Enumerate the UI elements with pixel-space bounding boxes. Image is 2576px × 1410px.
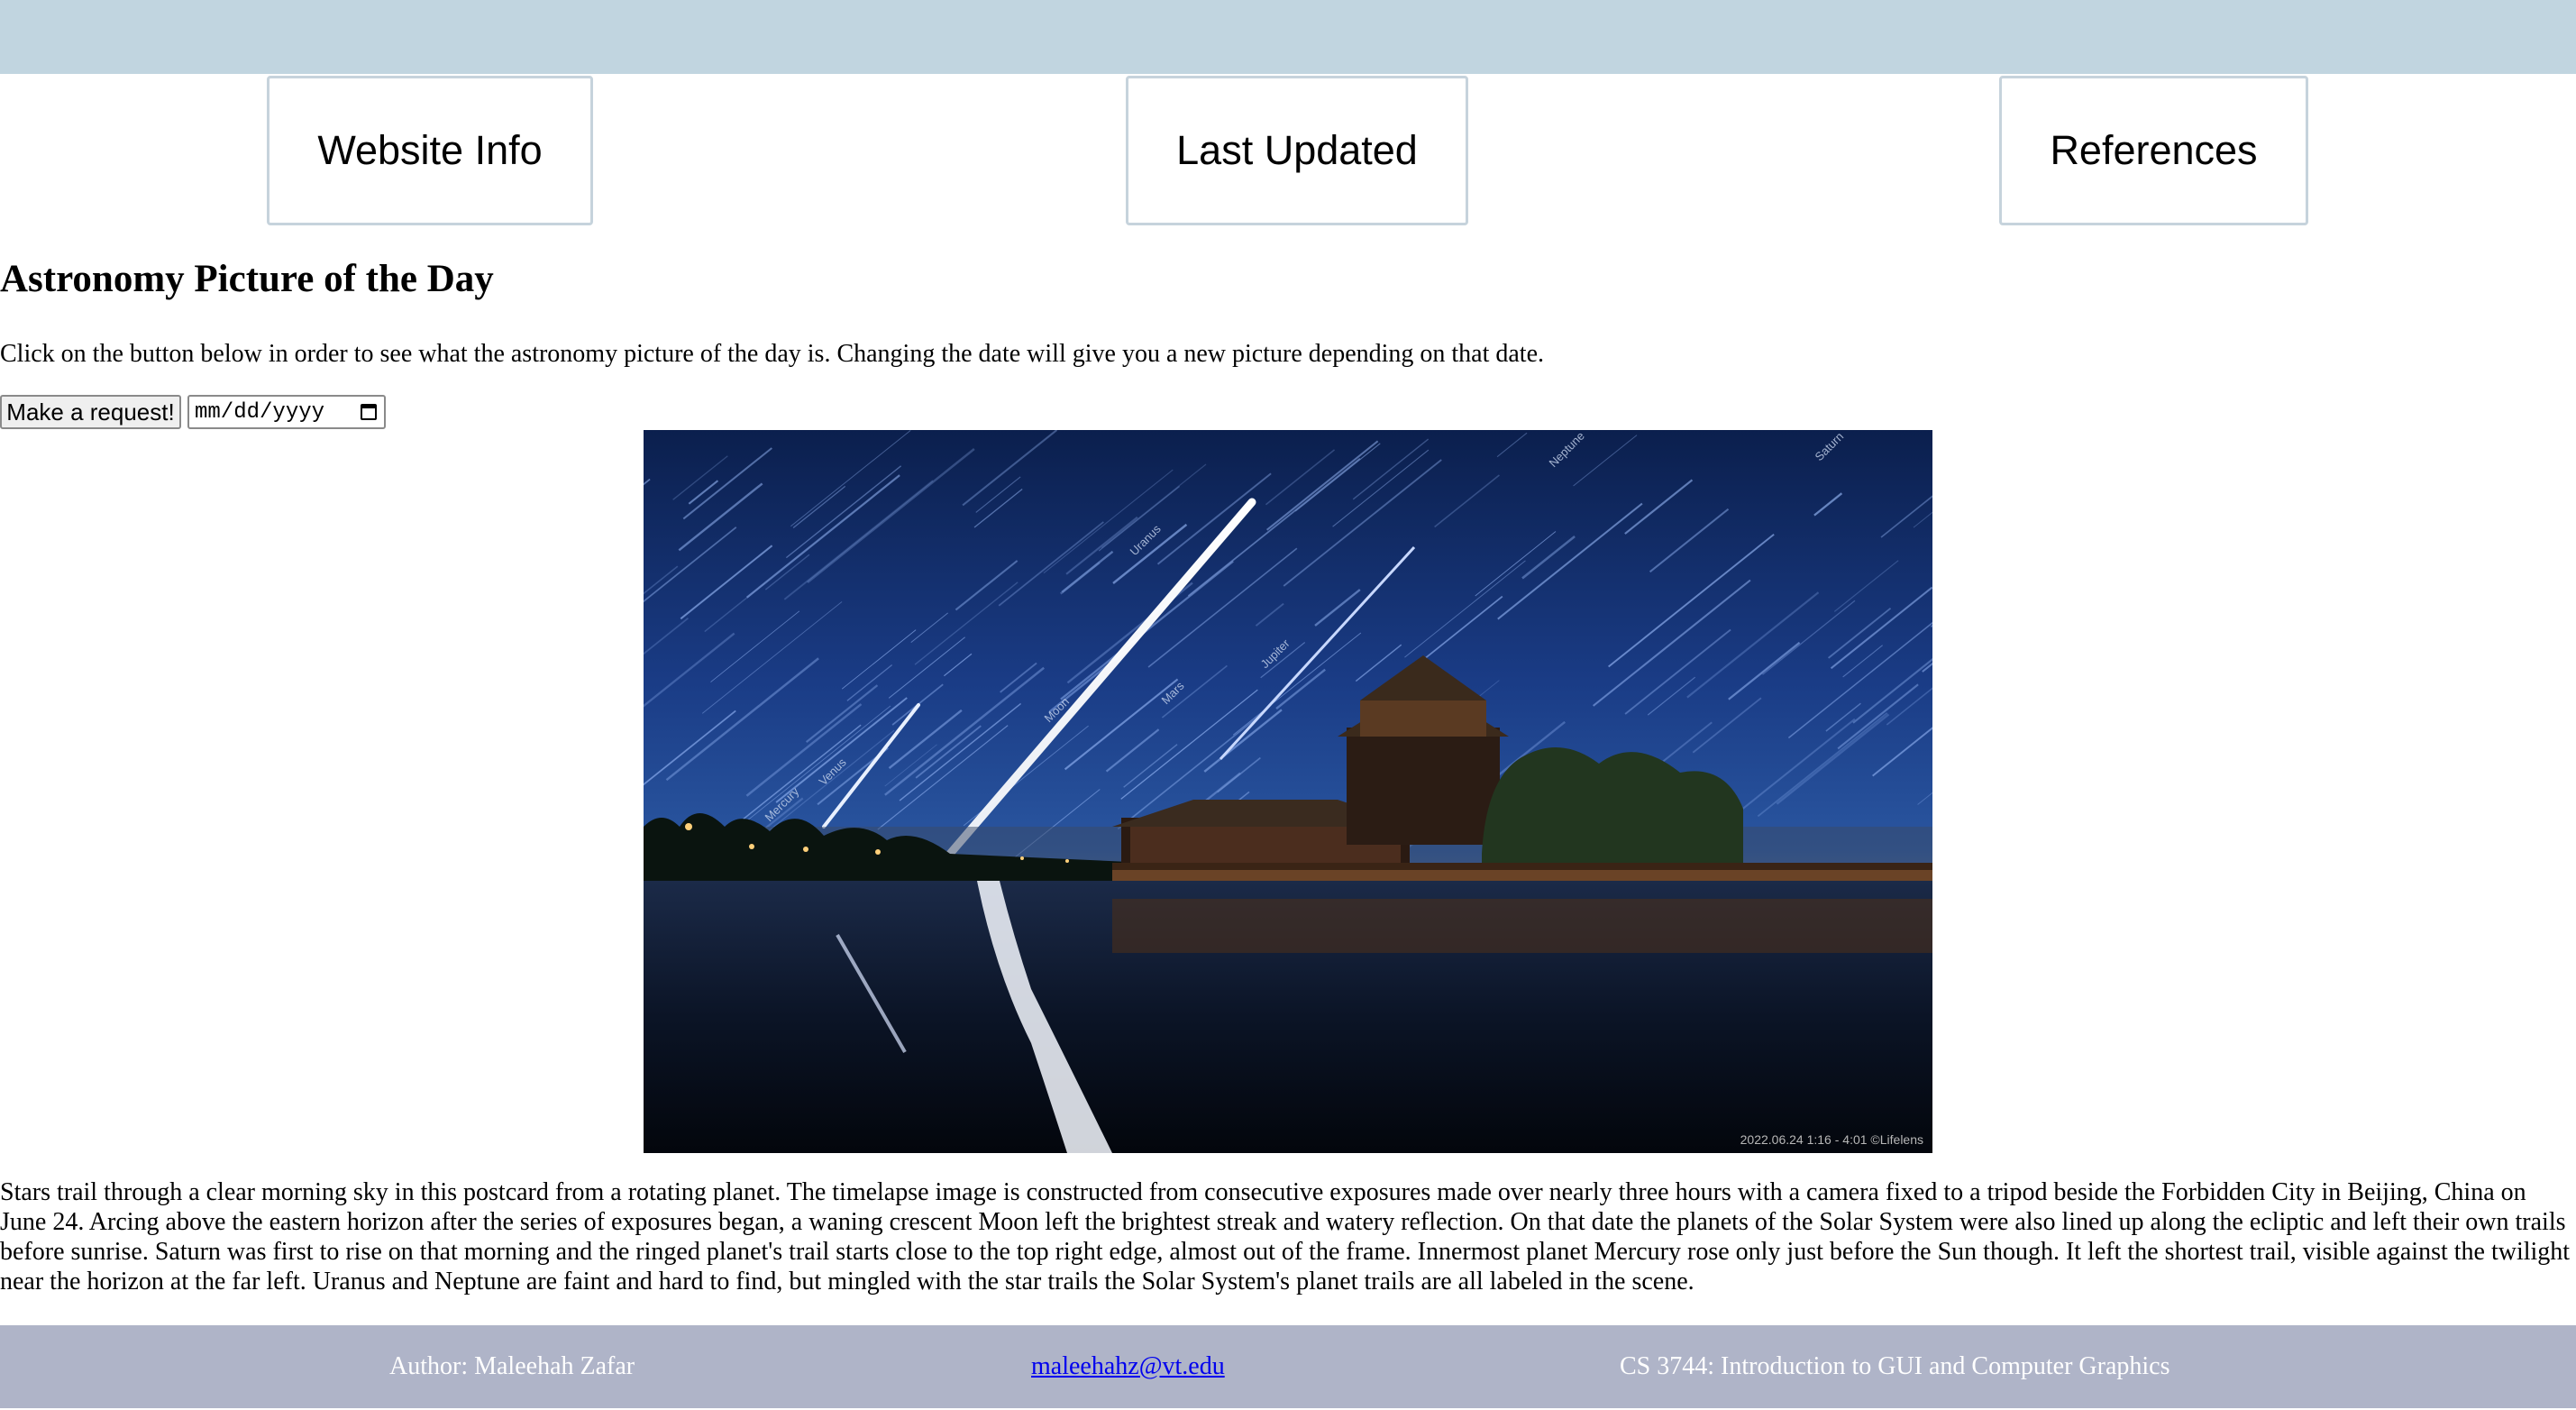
apod-image: Mercury Venus Moon Mars Jupiter Uranus Neptune… (644, 430, 1932, 1153)
footer: Author: Maleehah Zafar maleehahz@vt.edu … (0, 1325, 2576, 1408)
top-banner (0, 0, 2576, 74)
wall-reflection (1112, 899, 1932, 953)
footer-course: CS 3744: Introduction to GUI and Compute… (1620, 1352, 2170, 1380)
calendar-icon[interactable] (361, 404, 377, 420)
page-title: Astronomy Picture of the Day (0, 258, 494, 300)
footer-author: Author: Maleehah Zafar (389, 1352, 635, 1380)
date-placeholder: mm/dd/yyyy (195, 399, 325, 425)
website-info-button[interactable]: Website Info (267, 76, 593, 225)
references-button[interactable]: References (1999, 76, 2308, 225)
photo-stamp: 2022.06.24 1:16 - 4:01 ©Lifelens (1740, 1132, 1923, 1147)
wall-top (1112, 863, 1932, 870)
last-updated-button[interactable]: Last Updated (1126, 76, 1468, 225)
apod-explanation: Stars trail through a clear morning sky … (0, 1178, 2571, 1296)
intro-text: Click on the button below in order to se… (0, 340, 1545, 368)
footer-email-link[interactable]: maleehahz@vt.edu (1031, 1352, 1225, 1381)
make-request-button[interactable]: Make a request! (0, 395, 181, 429)
date-input[interactable]: mm/dd/yyyy (187, 395, 386, 429)
